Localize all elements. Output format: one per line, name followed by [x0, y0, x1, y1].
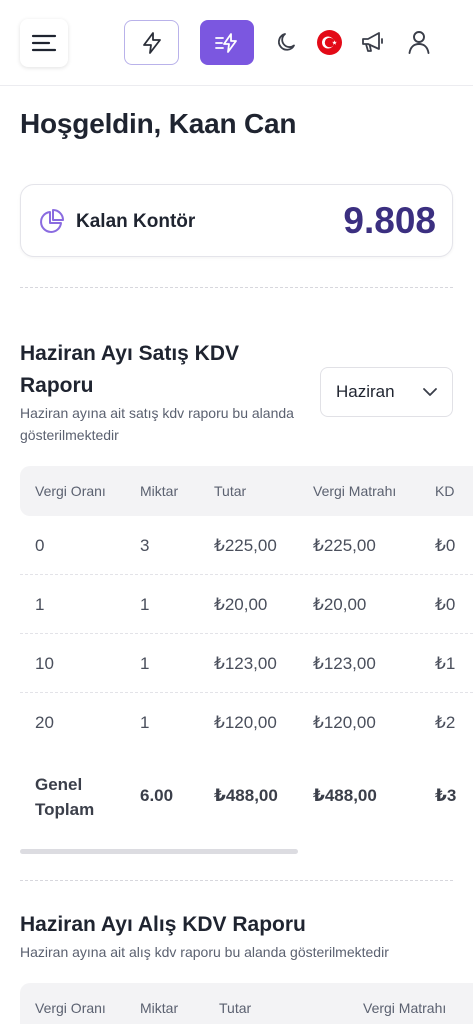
- sales-report-title: Haziran Ayı Satış KDV Raporu: [20, 342, 240, 397]
- column-header: Vergi Oranı: [35, 1000, 106, 1016]
- table-cell: ₺20,00: [313, 595, 367, 614]
- section-divider: [20, 880, 453, 881]
- bolt-lines-icon: [215, 32, 237, 53]
- table-header: Vergi Oranı Miktar Tutar Vergi Matrahı: [20, 983, 473, 1024]
- purchase-report-title: Haziran Ayı Alış KDV Raporu: [20, 913, 306, 936]
- table-row: 0 3 ₺225,00 ₺225,00 ₺0: [20, 516, 473, 575]
- greeting-title: Hoşgeldin, Kaan Can: [20, 108, 297, 139]
- table-cell: 0: [35, 536, 45, 555]
- balance-value: 9.808: [343, 200, 436, 241]
- month-select[interactable]: Haziran: [320, 367, 453, 417]
- table-cell: 1: [140, 595, 150, 614]
- bolt-icon: [142, 31, 161, 54]
- table-cell: 10: [35, 654, 54, 673]
- total-label: Genel Toplam: [35, 775, 95, 819]
- menu-button[interactable]: [20, 19, 68, 67]
- user-icon: [408, 31, 430, 54]
- table-cell: ₺0: [435, 595, 456, 614]
- table-cell: ₺1: [435, 654, 456, 673]
- table-cell: ₺225,00: [214, 536, 277, 555]
- table-cell: 1: [140, 713, 150, 732]
- section-divider: [20, 287, 453, 288]
- column-header: Miktar: [140, 1000, 179, 1016]
- column-header: Vergi Matrahı: [363, 1000, 447, 1016]
- month-select-value: Haziran: [336, 382, 395, 401]
- column-header: Tutar: [214, 483, 247, 499]
- column-header: Tutar: [219, 1000, 252, 1016]
- column-header: Vergi Matrahı: [313, 483, 397, 499]
- chevron-down-icon: [423, 388, 437, 396]
- table-cell: 1: [140, 654, 150, 673]
- purchase-kdv-table: Vergi Oranı Miktar Tutar Vergi Matrahı: [20, 983, 473, 1024]
- column-header: Vergi Oranı: [35, 483, 106, 499]
- moon-icon: [278, 33, 295, 51]
- sales-report-subtitle: Haziran ayına ait satış kdv raporu bu al…: [20, 405, 294, 443]
- table-cell: 20: [35, 713, 54, 732]
- table-cell: 3: [140, 536, 150, 555]
- table-row: 10 1 ₺123,00 ₺123,00 ₺1: [20, 634, 473, 693]
- table-row: 1 1 ₺20,00 ₺20,00 ₺0: [20, 575, 473, 634]
- table-total-row: Genel Toplam 6.00 ₺488,00 ₺488,00 ₺3: [20, 752, 473, 840]
- theme-toggle-button[interactable]: [274, 29, 300, 55]
- quick-action-button[interactable]: [124, 20, 179, 65]
- fast-invoice-button[interactable]: [200, 20, 254, 65]
- table-horizontal-scrollbar[interactable]: [20, 849, 298, 854]
- menu-icon: [31, 34, 57, 52]
- total-cell: ₺488,00: [313, 786, 377, 805]
- table-cell: ₺120,00: [313, 713, 376, 732]
- table-cell: ₺123,00: [214, 654, 277, 673]
- table-row: 20 1 ₺120,00 ₺120,00 ₺2: [20, 693, 473, 752]
- top-header: [0, 0, 473, 86]
- balance-label: Kalan Kontör: [76, 211, 196, 232]
- pie-chart-icon: [40, 209, 64, 233]
- table-cell: ₺120,00: [214, 713, 277, 732]
- sales-kdv-table: Vergi Oranı Miktar Tutar Vergi Matrahı K…: [20, 466, 473, 850]
- purchase-report-subtitle: Haziran ayına ait alış kdv raporu bu ala…: [20, 944, 389, 960]
- profile-button[interactable]: [406, 29, 432, 55]
- table-cell: ₺225,00: [313, 536, 376, 555]
- table-cell: ₺20,00: [214, 595, 268, 614]
- table-cell: 1: [35, 595, 45, 614]
- column-header: Miktar: [140, 483, 179, 499]
- balance-card: Kalan Kontör 9.808: [20, 184, 453, 257]
- total-cell: ₺488,00: [214, 786, 278, 805]
- column-header: KD: [435, 483, 455, 499]
- total-cell: 6.00: [140, 786, 174, 805]
- table-header: Vergi Oranı Miktar Tutar Vergi Matrahı K…: [20, 466, 473, 516]
- turkey-flag-icon: [322, 36, 337, 49]
- total-cell: ₺3: [435, 786, 457, 805]
- table-cell: ₺123,00: [313, 654, 376, 673]
- megaphone-icon: [362, 32, 383, 52]
- language-button[interactable]: [317, 30, 342, 55]
- announcements-button[interactable]: [360, 29, 386, 55]
- table-cell: ₺2: [435, 713, 456, 732]
- table-cell: ₺0: [435, 536, 456, 555]
